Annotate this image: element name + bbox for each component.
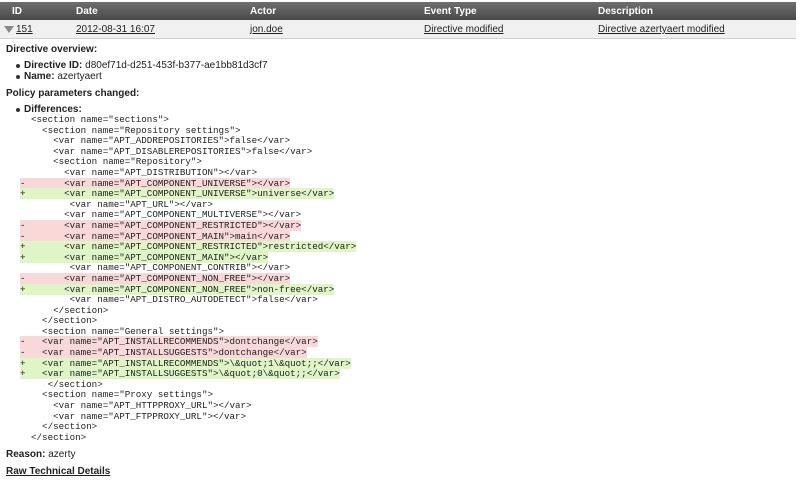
diff-marker xyxy=(20,168,30,179)
diff-text: <var name="APT_URL"></var> xyxy=(20,198,213,210)
diff-marker xyxy=(20,433,30,444)
diff-text: <var name="APT_DISTRO_AUTODETECT">false<… xyxy=(20,294,318,306)
diff-text: </section> xyxy=(20,421,98,433)
col-header-date[interactable]: Date xyxy=(76,6,98,17)
event-details: Directive overview: Directive ID: d80ef7… xyxy=(6,44,796,477)
diff-text: <var name="APT_INSTALLRECOMMENDS">\&quot… xyxy=(20,357,351,369)
diff-text: <var name="APT_COMPONENT_CONTRIB"></var> xyxy=(20,262,291,274)
diff-text: <var name="APT_DISTRIBUTION"></var> xyxy=(20,166,258,178)
diff-marker: - xyxy=(20,219,26,231)
diff-text: <var name="APT_INSTALLSUGGESTS">dontchan… xyxy=(20,347,307,359)
diff-text: <var name="APT_COMPONENT_RESTRICTED">res… xyxy=(20,241,357,253)
policy-params-title: Policy parameters changed: xyxy=(6,88,140,99)
event-id-link[interactable]: 151 xyxy=(16,24,33,35)
diff-text: <section name="sections"> xyxy=(20,114,169,125)
col-header-actor[interactable]: Actor xyxy=(250,6,276,17)
diff-marker: - xyxy=(20,272,26,284)
directive-overview-list: Directive ID: d80ef71d-d251-453f-b377-ae… xyxy=(6,60,796,82)
event-date-link[interactable]: 2012-08-31 16:07 xyxy=(76,24,155,35)
diff-text: <section name="Proxy settings"> xyxy=(20,389,213,401)
diff-text: <var name="APT_COMPONENT_UNIVERSE"></var… xyxy=(20,177,291,189)
diff-text: </section> xyxy=(20,378,103,390)
diff-text: </section> xyxy=(20,315,98,327)
diff-line: </section> xyxy=(20,304,796,317)
reason-label: Reason: xyxy=(6,449,46,461)
col-header-event-type[interactable]: Event Type xyxy=(424,6,477,17)
diff-line: - <var name="APT_COMPONENT_NON_FREE"></v… xyxy=(20,272,796,285)
event-actor-link[interactable]: jon.doe xyxy=(250,24,283,35)
table-row[interactable]: 151 2012-08-31 16:07 jon.doe Directive m… xyxy=(0,20,796,39)
directive-id-label: Directive ID: xyxy=(24,60,83,71)
raw-technical-details-link[interactable]: Raw Technical Details xyxy=(6,466,796,477)
diff-text: <section name="Repository settings"> xyxy=(20,124,241,136)
diff-line: </section> xyxy=(20,421,796,433)
diff-line: <var name="APT_DISTRIBUTION"></var> xyxy=(20,166,796,179)
diff-text: <var name="APT_HTTPPROXY_URL"></var> xyxy=(20,400,252,412)
directive-name-value: azertyaert xyxy=(57,71,102,82)
diff-text: <var name="APT_COMPONENT_NON_FREE">non-f… xyxy=(20,283,335,295)
col-header-id[interactable]: ID xyxy=(12,6,22,17)
diff-block: <section name="sections"> <section name=… xyxy=(20,114,796,444)
directive-overview-title: Directive overview: xyxy=(6,44,98,55)
diff-text: <var name="APT_COMPONENT_MAIN">main</var… xyxy=(20,230,291,242)
expand-triangle-icon[interactable] xyxy=(4,26,14,33)
event-type-link[interactable]: Directive modified xyxy=(424,24,503,35)
diff-text: </section> xyxy=(20,304,109,316)
diff-text: <var name="APT_DISABLEREPOSITORIES">fals… xyxy=(20,145,313,157)
diff-text: <var name="APT_COMPONENT_NON_FREE"></var… xyxy=(20,272,291,284)
diff-line: + <var name="APT_INSTALLSUGGESTS">\&quot… xyxy=(20,368,796,380)
diff-line: <var name="APT_FTPPROXY_URL"></var> xyxy=(20,410,796,423)
diff-text: <var name="APT_INSTALLSUGGESTS">\&quot;0… xyxy=(20,368,340,380)
diff-text: <var name="APT_COMPONENT_UNIVERSE">unive… xyxy=(20,188,335,200)
directive-id-value: d80ef71d-d251-453f-b377-ae1bb81d3cf7 xyxy=(85,60,268,71)
directive-name-item: Name: azertyaert xyxy=(16,71,796,82)
diff-text: <var name="APT_ADDREPOSITORIES">false</v… xyxy=(20,135,291,147)
reason-line: Reason: azerty xyxy=(6,449,796,460)
directive-name-label: Name: xyxy=(24,71,55,82)
diff-text: <var name="APT_INSTALLRECOMMENDS">dontch… xyxy=(20,336,318,348)
directive-id-item: Directive ID: d80ef71d-d251-453f-b377-ae… xyxy=(16,60,796,71)
diff-line: <var name="APT_DISTRO_AUTODETECT">false<… xyxy=(20,294,796,306)
event-description-link[interactable]: Directive azertyaert modified xyxy=(598,24,725,35)
diff-text: <var name="APT_COMPONENT_MULTIVERSE"></v… xyxy=(20,209,302,221)
diff-text: <section name="General settings"> xyxy=(20,325,224,337)
col-header-description[interactable]: Description xyxy=(598,6,653,17)
diff-text: <var name="APT_COMPONENT_RESTRICTED"></v… xyxy=(20,219,302,231)
diff-text: <section name="Repository"> xyxy=(20,156,202,168)
diff-text: <var name="APT_FTPPROXY_URL"></var> xyxy=(20,410,247,422)
table-header: ID Date Actor Event Type Description xyxy=(0,2,796,20)
reason-value: azerty xyxy=(48,449,76,461)
diff-line: </section> xyxy=(20,432,796,444)
diff-line: - <var name="APT_COMPONENT_RESTRICTED"><… xyxy=(20,219,796,232)
diff-text: <var name="APT_COMPONENT_MAIN"></var> xyxy=(20,251,269,263)
